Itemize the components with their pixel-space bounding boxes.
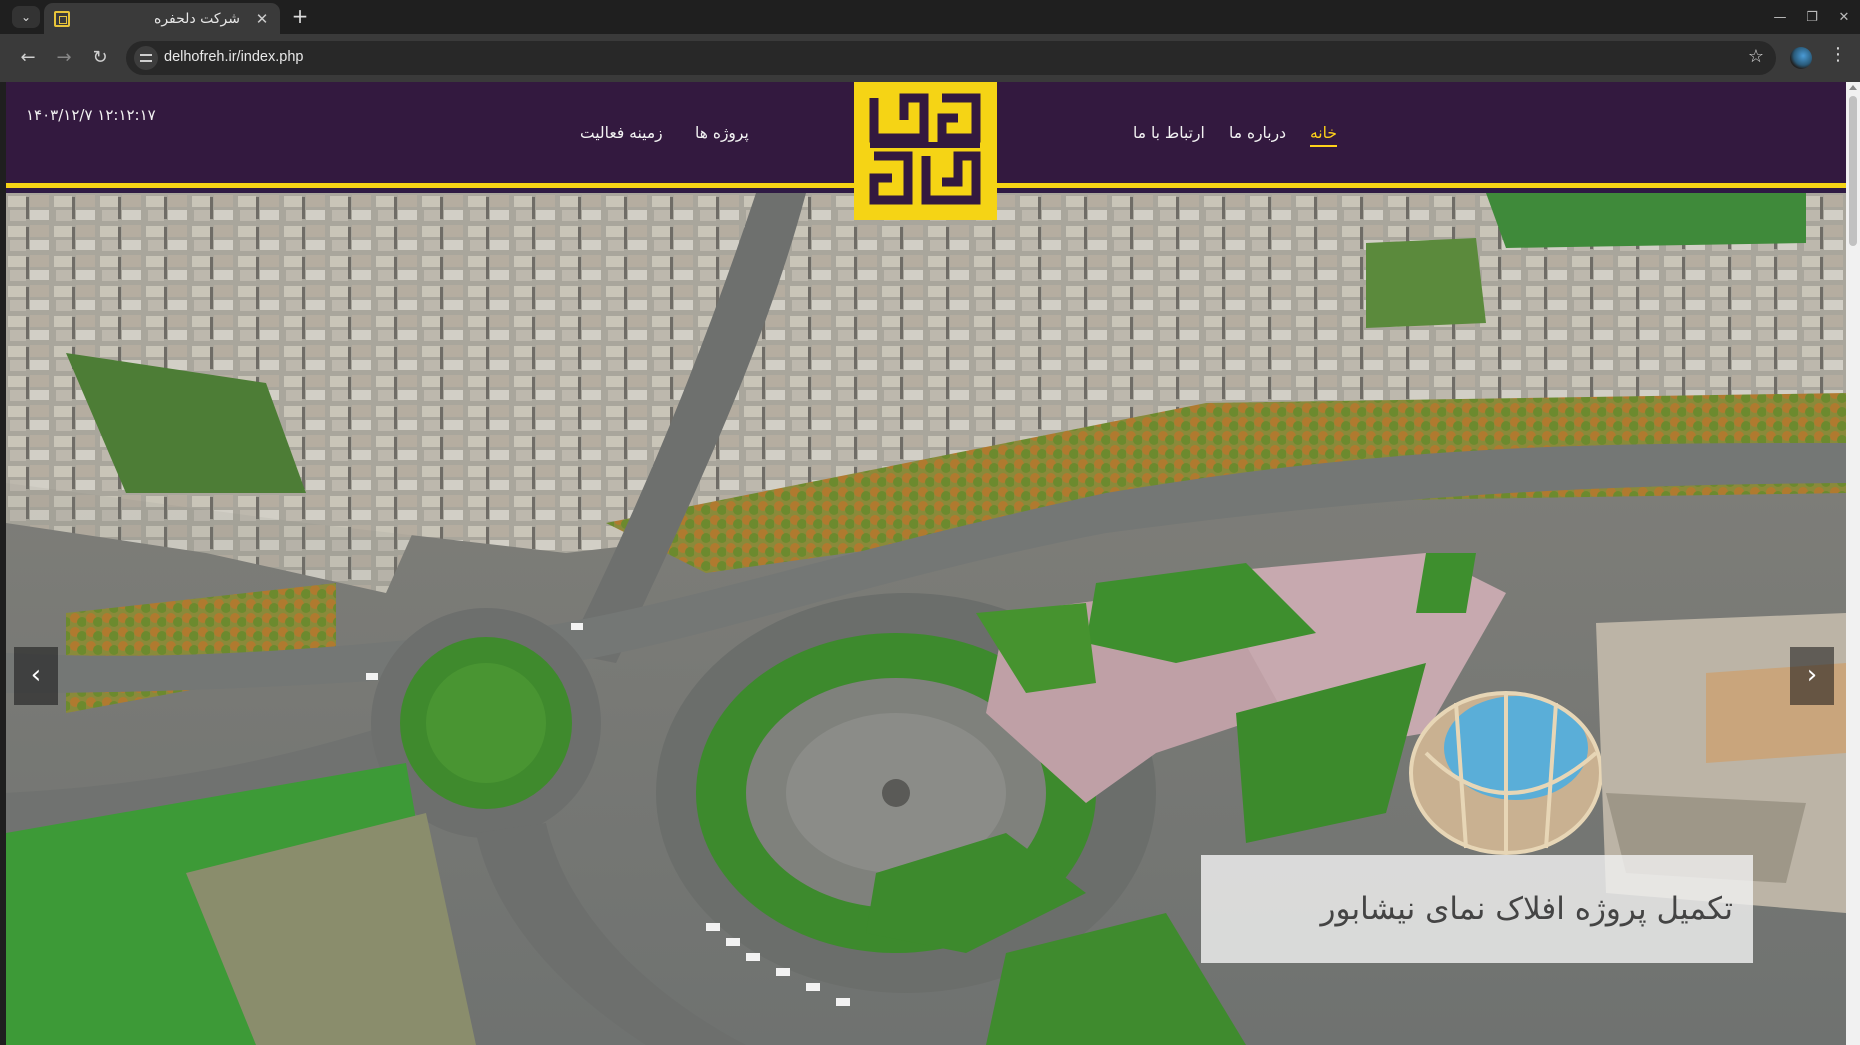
star-icon[interactable]: ☆	[1748, 46, 1764, 67]
browser-toolbar: ← → ↻ delhofreh.ir/index.php ☆ ⋮	[0, 34, 1860, 82]
site-info-icon[interactable]	[134, 46, 158, 70]
tab-search-chevron-down-icon[interactable]: ⌄	[12, 6, 40, 28]
site-logo[interactable]	[854, 82, 997, 220]
forward-arrow-icon[interactable]: →	[52, 46, 76, 70]
scroll-up-icon[interactable]	[1849, 85, 1857, 90]
restore-icon[interactable]: ❐	[1796, 0, 1828, 34]
logo-kufic-mark	[869, 93, 981, 205]
page-scrollbar[interactable]	[1846, 82, 1860, 1045]
address-bar[interactable]: delhofreh.ir/index.php ☆	[126, 41, 1776, 75]
tab-title: شرکت دلحفره	[154, 10, 240, 27]
slider-prev-button[interactable]: ‹	[14, 647, 58, 705]
url-text[interactable]: delhofreh.ir/index.php	[164, 49, 303, 65]
chevron-right-icon: ›	[1806, 660, 1818, 690]
nav-link-contact[interactable]: ارتباط با ما	[1133, 124, 1205, 142]
slider-next-button[interactable]: ›	[1790, 647, 1834, 705]
window-controls: — ❐ ✕	[1764, 0, 1860, 34]
slide-caption: تکمیل پروژه افلاک نمای نیشابور	[1201, 855, 1753, 963]
nav-link-projects[interactable]: پروژه ها	[695, 124, 749, 142]
scrollbar-thumb[interactable]	[1849, 96, 1857, 246]
reload-icon[interactable]: ↻	[88, 46, 112, 70]
chevron-left-icon: ‹	[30, 660, 42, 690]
site-favicon-icon	[54, 10, 70, 27]
profile-avatar[interactable]	[1790, 47, 1812, 69]
minimize-icon[interactable]: —	[1764, 0, 1796, 34]
slide-caption-text: تکمیل پروژه افلاک نمای نیشابور	[1320, 891, 1733, 927]
date-time-display: ۱۴۰۳/۱۲/۷ ۱۲:۱۲:۱۷	[26, 106, 156, 124]
kebab-menu-icon[interactable]: ⋮	[1828, 44, 1848, 65]
browser-tabstrip: ⌄ شرکت دلحفره ✕ + — ❐ ✕	[0, 0, 1860, 34]
close-window-icon[interactable]: ✕	[1828, 0, 1860, 34]
new-tab-button[interactable]: +	[288, 5, 312, 29]
page-viewport: ۱۴۰۳/۱۲/۷ ۱۲:۱۲:۱۷ زمینه فعالیت پروژه ها…	[6, 82, 1846, 1045]
browser-tab-active[interactable]: شرکت دلحفره ✕	[44, 3, 280, 34]
nav-link-activity[interactable]: زمینه فعالیت	[580, 124, 663, 142]
nav-link-home[interactable]: خانه	[1310, 124, 1337, 147]
back-arrow-icon[interactable]: ←	[16, 46, 40, 70]
tab-close-icon[interactable]: ✕	[254, 10, 270, 28]
nav-link-about[interactable]: درباره ما	[1229, 124, 1286, 142]
